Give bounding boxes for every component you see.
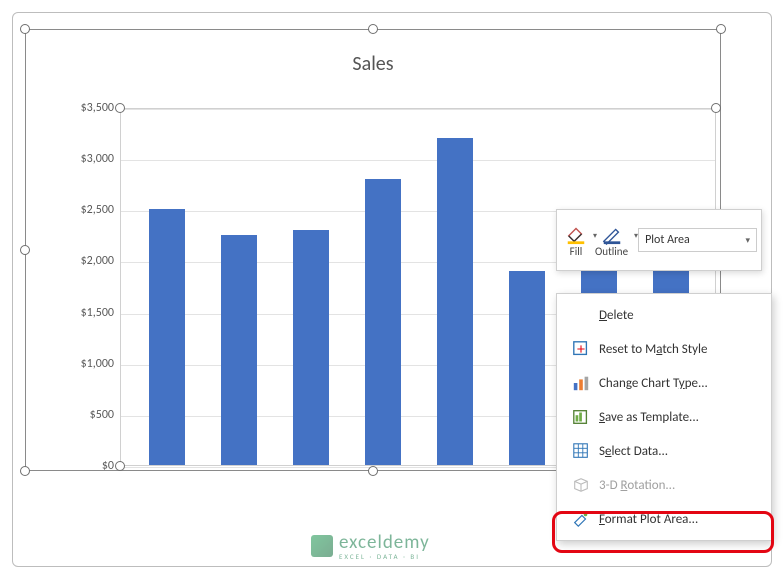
plot-handle-bl[interactable] bbox=[115, 461, 125, 471]
menu-label: Reset to Match Style bbox=[599, 342, 707, 357]
y-tick-label: $3,500 bbox=[66, 101, 114, 115]
bar[interactable] bbox=[509, 271, 545, 465]
plot-handle-tr[interactable] bbox=[711, 103, 721, 113]
fill-button[interactable]: ▾ Fill bbox=[561, 223, 591, 258]
screenshot-frame: Sales $0 $500 $1,000 $1,500 $2,000 $2,500 $3,0… bbox=[12, 12, 772, 567]
menu-save-template[interactable]: Save as Template... bbox=[557, 400, 771, 434]
bar[interactable] bbox=[293, 230, 329, 465]
reset-icon bbox=[569, 340, 593, 358]
y-tick-label: $1,500 bbox=[66, 306, 114, 320]
watermark: exceldemy EXCEL · DATA · BI bbox=[311, 531, 430, 561]
selector-value: Plot Area bbox=[645, 233, 690, 247]
element-selector[interactable]: Plot Area ▾ bbox=[638, 228, 757, 252]
y-tick-label: $500 bbox=[66, 408, 114, 422]
bar[interactable] bbox=[149, 209, 185, 465]
y-axis-labels: $0$500$1,000$1,500$2,000$2,500$3,000$3,5… bbox=[66, 108, 114, 466]
menu-label: 3-D Rotation... bbox=[599, 478, 675, 493]
menu-label: Delete bbox=[599, 308, 634, 323]
y-tick-label: $2,500 bbox=[66, 203, 114, 217]
menu-delete[interactable]: Delete bbox=[557, 298, 771, 332]
chart-handle-tc[interactable] bbox=[368, 24, 378, 34]
mini-toolbar: ▾ Fill ▾ Outline Plot Area ▾ bbox=[556, 209, 762, 271]
watermark-tagline: EXCEL · DATA · BI bbox=[339, 552, 430, 561]
chevron-down-icon: ▾ bbox=[745, 235, 750, 246]
outline-button[interactable]: ▾ Outline bbox=[591, 223, 632, 258]
format-icon bbox=[569, 510, 593, 528]
bar[interactable] bbox=[437, 138, 473, 465]
select-data-icon bbox=[569, 442, 593, 460]
menu-3d-rotation: 3-D Rotation... bbox=[557, 468, 771, 502]
y-tick-label: $0 bbox=[66, 459, 114, 473]
chart-handle-tr[interactable] bbox=[716, 24, 726, 34]
watermark-logo-icon bbox=[311, 535, 333, 557]
chart-handle-tl[interactable] bbox=[20, 24, 30, 34]
save-template-icon bbox=[569, 408, 593, 426]
menu-label: Select Data... bbox=[599, 444, 668, 459]
fill-label: Fill bbox=[570, 245, 583, 258]
cube-icon bbox=[569, 476, 593, 494]
chart-type-icon bbox=[569, 374, 593, 392]
menu-reset-style[interactable]: Reset to Match Style bbox=[557, 332, 771, 366]
menu-format-plot-area[interactable]: Format Plot Area... bbox=[557, 502, 771, 536]
paint-bucket-icon bbox=[565, 223, 587, 245]
menu-select-data[interactable]: Select Data... bbox=[557, 434, 771, 468]
menu-label: Save as Template... bbox=[599, 410, 699, 425]
menu-change-chart-type[interactable]: Change Chart Type... bbox=[557, 366, 771, 400]
menu-label: Format Plot Area... bbox=[599, 512, 698, 527]
y-tick-label: $1,000 bbox=[66, 357, 114, 371]
y-tick-label: $2,000 bbox=[66, 254, 114, 268]
chart-handle-bl[interactable] bbox=[20, 466, 30, 476]
outline-label: Outline bbox=[595, 245, 628, 258]
bar[interactable] bbox=[365, 179, 401, 465]
pen-outline-icon bbox=[601, 223, 623, 245]
plot-handle-tl[interactable] bbox=[115, 103, 125, 113]
chevron-down-icon: ▾ bbox=[634, 231, 638, 241]
y-tick-label: $3,000 bbox=[66, 152, 114, 166]
context-menu: Delete Reset to Match Style Change Chart… bbox=[556, 293, 772, 541]
chart-title[interactable]: Sales bbox=[26, 30, 720, 76]
menu-label: Change Chart Type... bbox=[599, 376, 708, 391]
bar[interactable] bbox=[221, 235, 257, 465]
chart-handle-ml[interactable] bbox=[20, 245, 30, 255]
chart-handle-bc[interactable] bbox=[368, 466, 378, 476]
watermark-brand: exceldemy bbox=[339, 531, 430, 554]
